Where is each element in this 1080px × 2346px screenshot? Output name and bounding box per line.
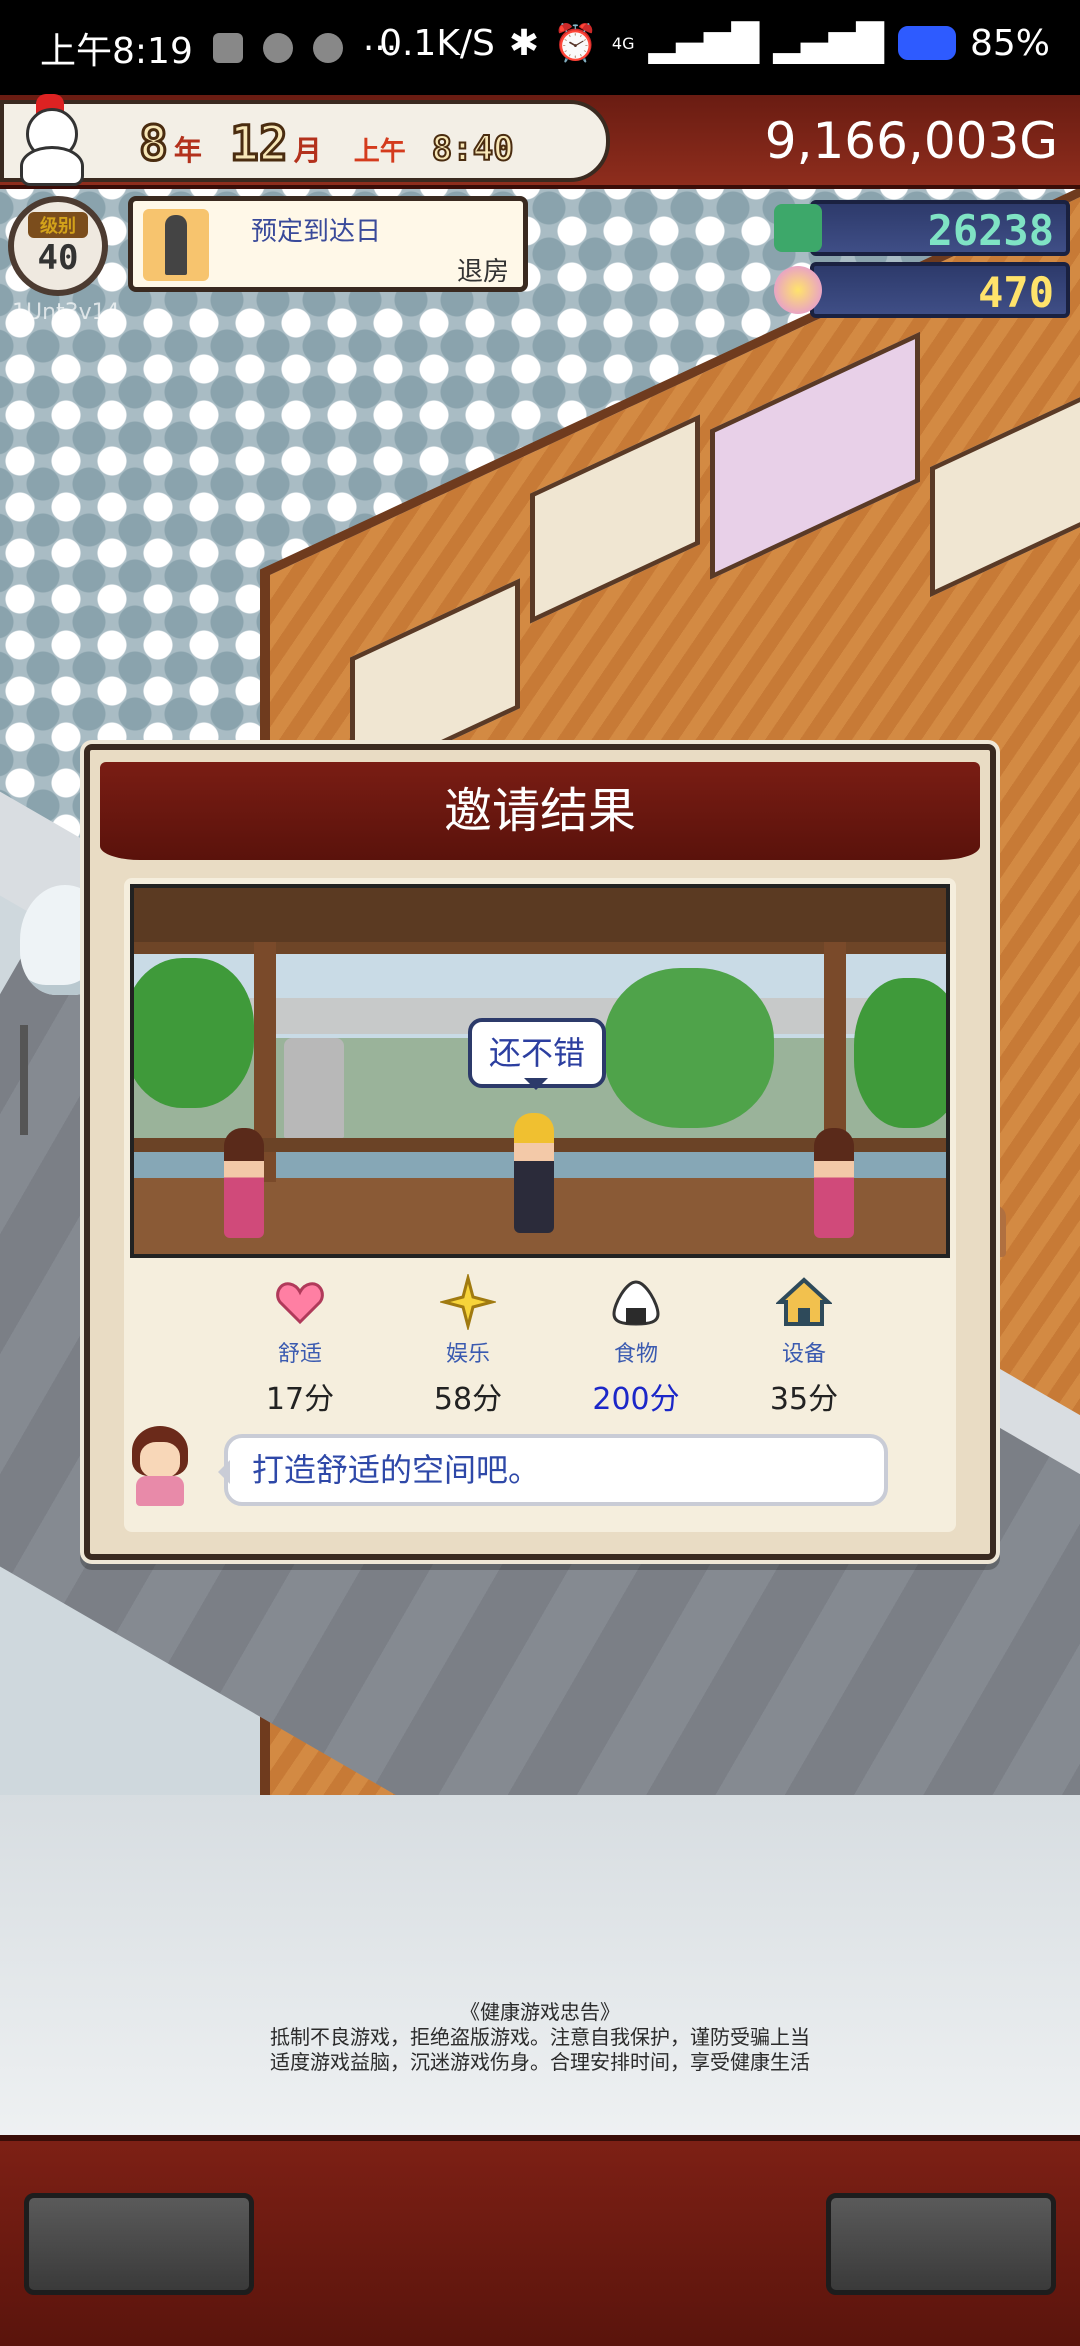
signal-label: 4G [611, 33, 635, 53]
status-time: 上午8:19 [40, 31, 193, 72]
reservation-title: 预定到达日 [251, 217, 382, 247]
battery-percent: 85% [969, 22, 1050, 64]
bluetooth-icon: ✱ [508, 22, 540, 64]
star-icon [440, 1274, 496, 1330]
stat-name: 设备 [781, 1342, 826, 1367]
gallery-icon [212, 33, 243, 63]
pine-tree [854, 978, 946, 1128]
reservation-card[interactable]: 预定到达日 退房 [128, 196, 528, 292]
notice-line: 抵制不良游戏，拒绝盗版游戏。注意自我保护，谨防受骗上当 [270, 2025, 810, 2049]
level-badge[interactable]: 级别 40 [8, 196, 108, 296]
advice-bubble: 打造舒适的空间吧。 [218, 1434, 888, 1506]
arcade-room[interactable] [710, 331, 920, 580]
guest-room[interactable] [530, 414, 700, 624]
left-menu-button[interactable] [24, 2193, 254, 2295]
street-lamp [20, 1025, 28, 1135]
hot-spring-icon [774, 266, 822, 314]
level-label: 级别 [28, 212, 88, 238]
research-points-counter[interactable]: 26238 [774, 200, 1070, 256]
house-icon [776, 1277, 832, 1326]
medal-counter[interactable]: 470 [774, 262, 1070, 318]
money-display: 9,166,003G [764, 112, 1058, 170]
dialog-header: 邀请结果 [100, 762, 980, 860]
stat-entertainment: 娱乐 58分 [388, 1274, 548, 1418]
battery-icon [897, 26, 956, 60]
health-notice: 《健康游戏忠告》 抵制不良游戏，拒绝盗版游戏。注意自我保护，谨防受骗上当 适度游… [0, 2000, 1080, 2075]
research-points-value: 26238 [927, 206, 1054, 255]
stat-name: 舒适 [277, 1342, 322, 1367]
guest-avatar [143, 209, 209, 281]
snow-ground [0, 1795, 1080, 2135]
onigiri-icon [612, 1280, 660, 1326]
player-id: 1Unt3v14 [12, 300, 120, 325]
snowman-icon [14, 90, 84, 186]
ampm-label: 上午 [353, 137, 406, 167]
stat-name: 娱乐 [445, 1342, 490, 1367]
heart-icon [276, 1282, 324, 1325]
attendant-left [224, 1128, 264, 1238]
stat-score: 35分 [769, 1382, 839, 1417]
stat-food: 食物 200分 [556, 1274, 716, 1418]
stat-score: 200分 [592, 1382, 680, 1417]
stat-score: 58分 [433, 1382, 503, 1417]
right-menu-button[interactable] [826, 2193, 1056, 2295]
chat-icon [262, 33, 293, 63]
guest-character [514, 1113, 554, 1233]
date-display[interactable]: 8 年 12 月 上午 8:40 [0, 94, 610, 186]
reaction-bubble: 还不错 [468, 1018, 606, 1090]
stat-name: 食物 [613, 1342, 658, 1367]
network-speed: 0.1K/S [379, 22, 495, 64]
attendant-right [814, 1128, 854, 1238]
month-value: 12 [228, 115, 289, 174]
research-icon [774, 204, 822, 252]
signal-icon: ▂▄▆█ [648, 22, 760, 64]
dialog-body: 还不错 舒适 17分 娱乐 58分 食物 200分 设备 35分 打造舒适的空间… [124, 878, 956, 1532]
invitation-result-dialog[interactable]: 邀请结果 还不错 舒适 17分 娱乐 58分 食物 200分 设备 35分 打造… [84, 744, 996, 1560]
advice-text: 打造舒适的空间吧。 [252, 1451, 541, 1489]
stone-lantern [284, 1038, 344, 1138]
notice-line: 适度游戏益脑，沉迷游戏伤身。合理安排时间，享受健康生活 [270, 2050, 810, 2074]
reservation-status: 退房 [456, 257, 509, 287]
status-bar: 上午8:19 ··· 0.1K/S ✱ ⏰ 4G ▂▄▆█ ▂▄▆█ 85% [0, 0, 1080, 95]
signal-icon: ▂▄▆█ [773, 22, 884, 64]
score-panel: 舒适 17分 娱乐 58分 食物 200分 设备 35分 [124, 1274, 956, 1424]
dialog-title: 邀请结果 [443, 783, 636, 839]
notice-title: 《健康游戏忠告》 [460, 2000, 620, 2024]
alarm-icon: ⏰ [553, 23, 598, 64]
app-icon [312, 33, 343, 63]
pine-tree [134, 958, 254, 1108]
level-value: 40 [37, 238, 79, 278]
guest-room[interactable] [930, 387, 1080, 598]
month-unit: 月 [293, 134, 322, 167]
stat-comfort: 舒适 17分 [220, 1274, 380, 1418]
pine-tree [604, 968, 774, 1128]
stat-score: 17分 [265, 1382, 335, 1417]
medal-value: 470 [978, 268, 1054, 317]
bottom-bar [0, 2135, 1080, 2346]
game-clock: 8:40 [431, 128, 515, 170]
advisor-avatar [126, 1426, 194, 1506]
scene-picture: 还不错 [130, 884, 950, 1258]
year-unit: 年 [173, 134, 202, 167]
year-value: 8 [138, 115, 170, 174]
stat-facilities: 设备 35分 [724, 1274, 884, 1418]
